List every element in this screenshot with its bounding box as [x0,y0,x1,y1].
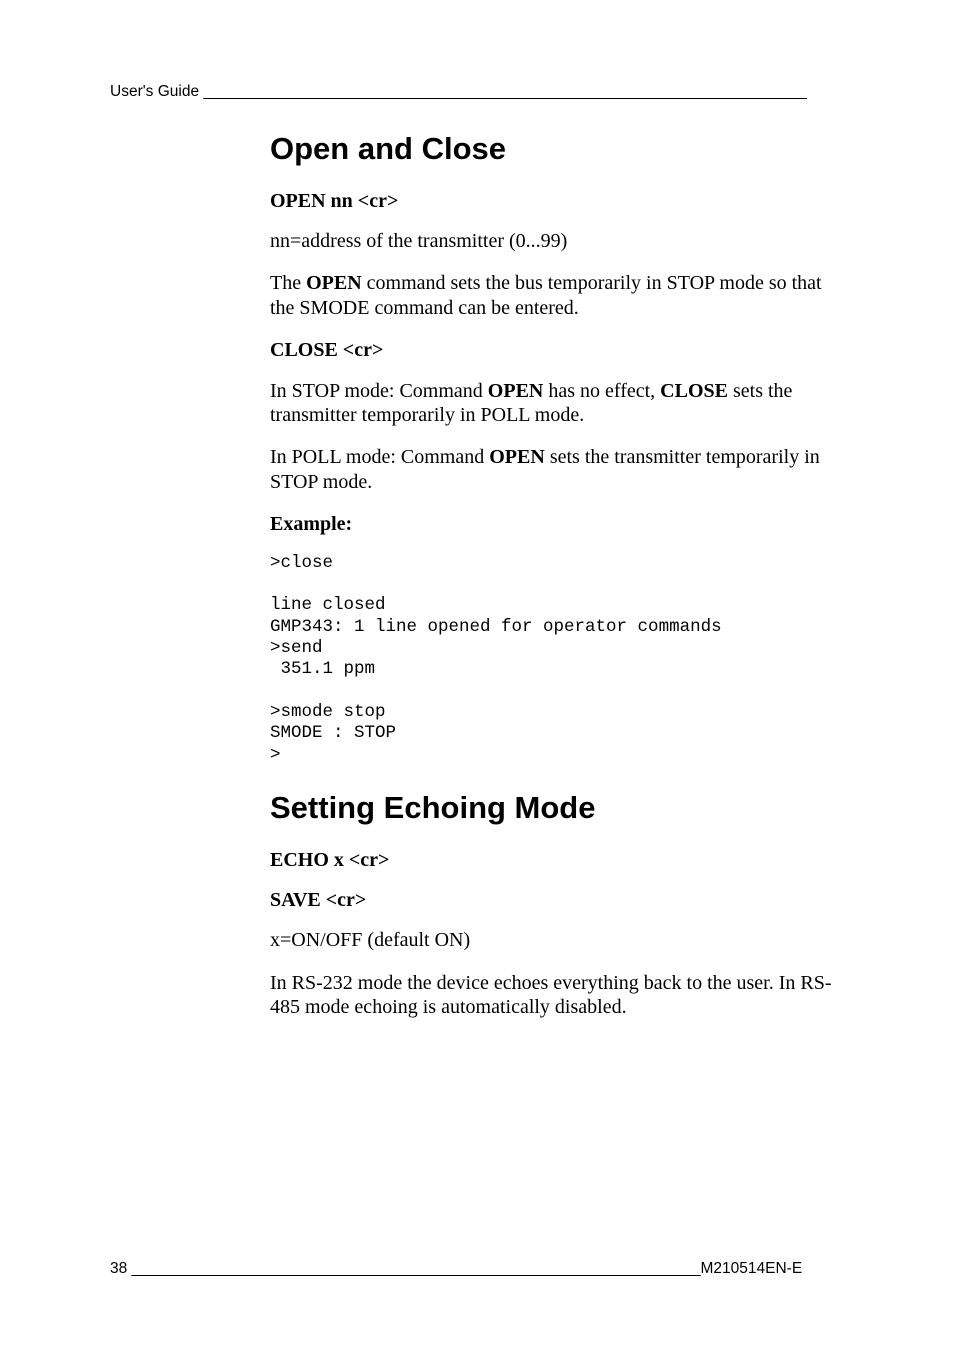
text: In POLL mode: Command [270,446,489,468]
command-close: CLOSE <cr> [270,338,845,362]
page-footer: 38 _____________________________________… [110,1260,844,1278]
paragraph-poll-mode: In POLL mode: Command OPEN sets the tran… [270,445,845,494]
text-bold-open: OPEN [306,272,362,294]
paragraph-stop-mode: In STOP mode: Command OPEN has no effect… [270,379,845,428]
main-content: Open and Close OPEN nn <cr> nn=address o… [270,131,845,1020]
example-output: >close line closed GMP343: 1 line opened… [270,553,845,766]
paragraph-default: x=ON/OFF (default ON) [270,928,845,952]
paragraph-echo-description: In RS-232 mode the device echoes everyth… [270,971,845,1020]
page: User's Guide ___________________________… [0,0,954,1350]
text-bold-close: CLOSE [660,380,728,402]
text: In STOP mode: Command [270,380,488,402]
text-bold-open: OPEN [489,446,545,468]
example-label: Example: [270,512,845,536]
command-save: SAVE <cr> [270,888,845,912]
command-open: OPEN nn <cr> [270,189,845,213]
heading-setting-echoing-mode: Setting Echoing Mode [270,790,845,826]
running-header: User's Guide ___________________________… [110,83,844,101]
text: has no effect, [543,380,660,402]
command-echo: ECHO x <cr> [270,848,845,872]
paragraph-address: nn=address of the transmitter (0...99) [270,229,845,253]
heading-open-and-close: Open and Close [270,131,845,167]
paragraph-open-description: The OPEN command sets the bus temporaril… [270,271,845,320]
text: The [270,272,306,294]
text-bold-open: OPEN [488,380,544,402]
